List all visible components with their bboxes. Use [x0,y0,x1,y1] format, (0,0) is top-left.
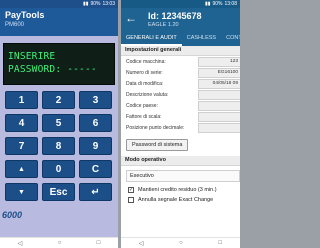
tab-bar: GENERALI E AUDIT CASHLESS CONTAI [121,32,240,46]
key-6[interactable]: 6 [79,114,112,132]
form-row-machine-code: Codice macchina: 123 [121,56,240,67]
form-row-modified-date: Data di modifica: 04/05/18 09 [121,78,240,89]
field-label: Posizione punto decimale: [126,124,185,131]
tab-generali-audit[interactable]: GENERALI E AUDIT [121,32,182,46]
clock: 13:08 [224,1,237,7]
paytools-keypad-screen: ▮▮ 90% 13:03 PayTools PM600 INSERIRE PAS… [0,0,118,248]
checkbox-unchecked-icon[interactable] [128,197,134,203]
arrow-left-icon[interactable]: ← [125,11,137,25]
app-title: PayTools [5,10,45,20]
decimal-position-field[interactable] [198,122,240,133]
key-7[interactable]: 7 [5,137,38,155]
signal-icon: ▮▮ [82,1,89,7]
nav-recents-icon[interactable]: □ [219,240,223,246]
field-label: Descrizione valuta: [126,91,169,98]
device-settings-screen: ▮▮ 90% 13:08 ← Id: 12345678 EAGLE 1.20 G… [121,0,240,248]
key-8[interactable]: 8 [42,137,75,155]
keypad-row: ▲ 0 C [5,160,113,178]
nav-back-icon[interactable]: ◁ [18,240,23,247]
keypad-row: 4 5 6 [5,114,113,132]
form-row-currency: Descrizione valuta: [121,89,240,100]
lcd-line-1: INSERIRE [8,51,56,62]
form-row-scale: Fattore di scala: [121,111,240,122]
battery-level: 90% [212,1,223,7]
nav-home-icon[interactable]: ○ [58,240,62,246]
modified-date-field[interactable]: 04/05/18 09 [198,78,240,89]
key-down[interactable]: ▼ [5,183,38,201]
app-header: PayTools PM600 [0,8,118,36]
machine-code-field[interactable]: 123 [198,56,240,67]
section-header-general: Impostazioni generali [121,46,240,56]
field-label: Codice macchina: [126,58,166,65]
app-header: ← Id: 12345678 EAGLE 1.20 [121,8,240,32]
key-3[interactable]: 3 [79,91,112,109]
key-5[interactable]: 5 [42,114,75,132]
key-2[interactable]: 2 [42,91,75,109]
checkbox-label: Annulla segnale Exact Change [138,197,214,203]
system-password-button[interactable]: Password di sistema [126,139,189,151]
key-0[interactable]: 0 [42,160,75,178]
battery-level: 90% [90,1,101,7]
android-nav-bar: ◁ ○ □ [0,237,118,248]
keypad: 1 2 3 4 5 6 7 8 9 ▲ 0 C ▼ Esc ↵ [5,91,113,206]
form-row-country: Codice paese: [121,100,240,111]
device-model: EAGLE 1.20 [148,22,179,28]
lcd-line-2: PASSWORD: ----- [8,64,97,75]
model-label: 6000 [2,210,23,220]
app-subtitle: PM600 [5,22,25,28]
tab-cashless[interactable]: CASHLESS [182,32,221,46]
tab-contai[interactable]: CONTAI [221,32,240,46]
form-row-decimal: Posizione punto decimale: [121,122,240,133]
clock: 13:03 [102,1,115,7]
lcd-display: INSERIRE PASSWORD: ----- [3,43,115,85]
key-4[interactable]: 4 [5,114,38,132]
checkbox-label: Mantieni credito residuo (3 min.) [138,187,217,193]
signal-icon: ▮▮ [204,1,211,7]
device-id: Id: 12345678 [148,11,202,21]
country-code-field[interactable] [198,100,240,111]
field-label: Numero di serie: [126,69,163,76]
keypad-row: ▼ Esc ↵ [5,183,113,201]
keypad-row: 7 8 9 [5,137,113,155]
key-clear[interactable]: C [79,160,112,178]
section-header-mode: Modo operativo [121,156,240,166]
key-9[interactable]: 9 [79,137,112,155]
nav-recents-icon[interactable]: □ [97,240,101,246]
status-bar: ▮▮ 90% 13:03 [0,0,118,8]
form-row-serial: Numero di serie: EG16100 [121,67,240,78]
key-1[interactable]: 1 [5,91,38,109]
key-up[interactable]: ▲ [5,160,38,178]
serial-number-field[interactable]: EG16100 [198,67,240,78]
scale-factor-field[interactable] [198,111,240,122]
currency-description-field[interactable] [198,89,240,100]
nav-home-icon[interactable]: ○ [179,240,183,246]
checkbox-checked-icon[interactable]: ✓ [128,187,134,193]
key-esc[interactable]: Esc [42,183,75,201]
status-bar: ▮▮ 90% 13:08 [121,0,240,8]
nav-back-icon[interactable]: ◁ [139,240,144,247]
checkbox-row[interactable]: ✓ Mantieni credito residuo (3 min.) [121,185,240,195]
field-label: Fattore di scala: [126,113,162,120]
operating-mode-select[interactable]: Esecutivo [126,170,240,182]
field-label: Codice paese: [126,102,158,109]
android-nav-bar: ◁ ○ □ [121,237,240,248]
key-enter[interactable]: ↵ [79,183,112,201]
field-label: Data di modifica: [126,80,164,87]
checkbox-row[interactable]: Annulla segnale Exact Change [121,195,240,205]
keypad-row: 1 2 3 [5,91,113,109]
